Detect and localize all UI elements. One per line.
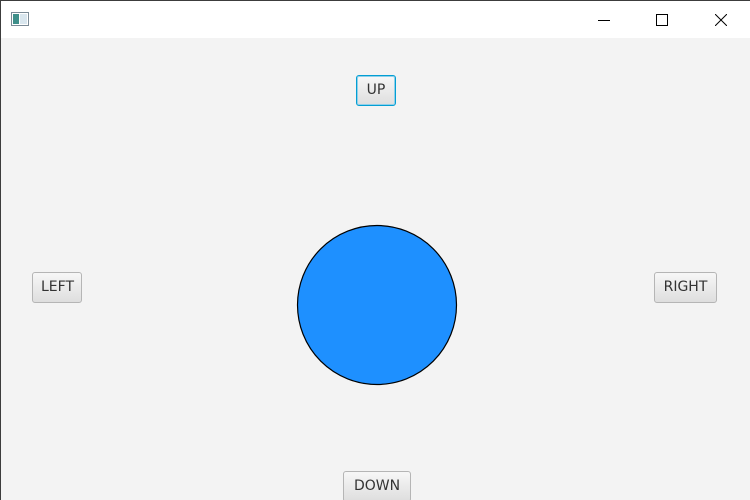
maximize-icon (656, 13, 668, 26)
game-pane: UP LEFT RIGHT DOWN (1, 38, 750, 500)
minimize-icon (598, 19, 610, 21)
maximize-button[interactable] (633, 1, 691, 38)
close-button[interactable] (692, 1, 750, 38)
up-button[interactable]: UP (356, 75, 396, 106)
ball-canvas (296, 224, 458, 386)
title-bar[interactable] (1, 1, 750, 38)
down-button[interactable]: DOWN (343, 471, 411, 500)
app-icon (11, 12, 29, 26)
ball (296, 224, 458, 386)
close-icon (715, 13, 727, 26)
right-button[interactable]: RIGHT (654, 272, 717, 303)
app-window: UP LEFT RIGHT DOWN (0, 0, 750, 500)
left-button[interactable]: LEFT (32, 272, 82, 303)
minimize-button[interactable] (575, 1, 633, 38)
